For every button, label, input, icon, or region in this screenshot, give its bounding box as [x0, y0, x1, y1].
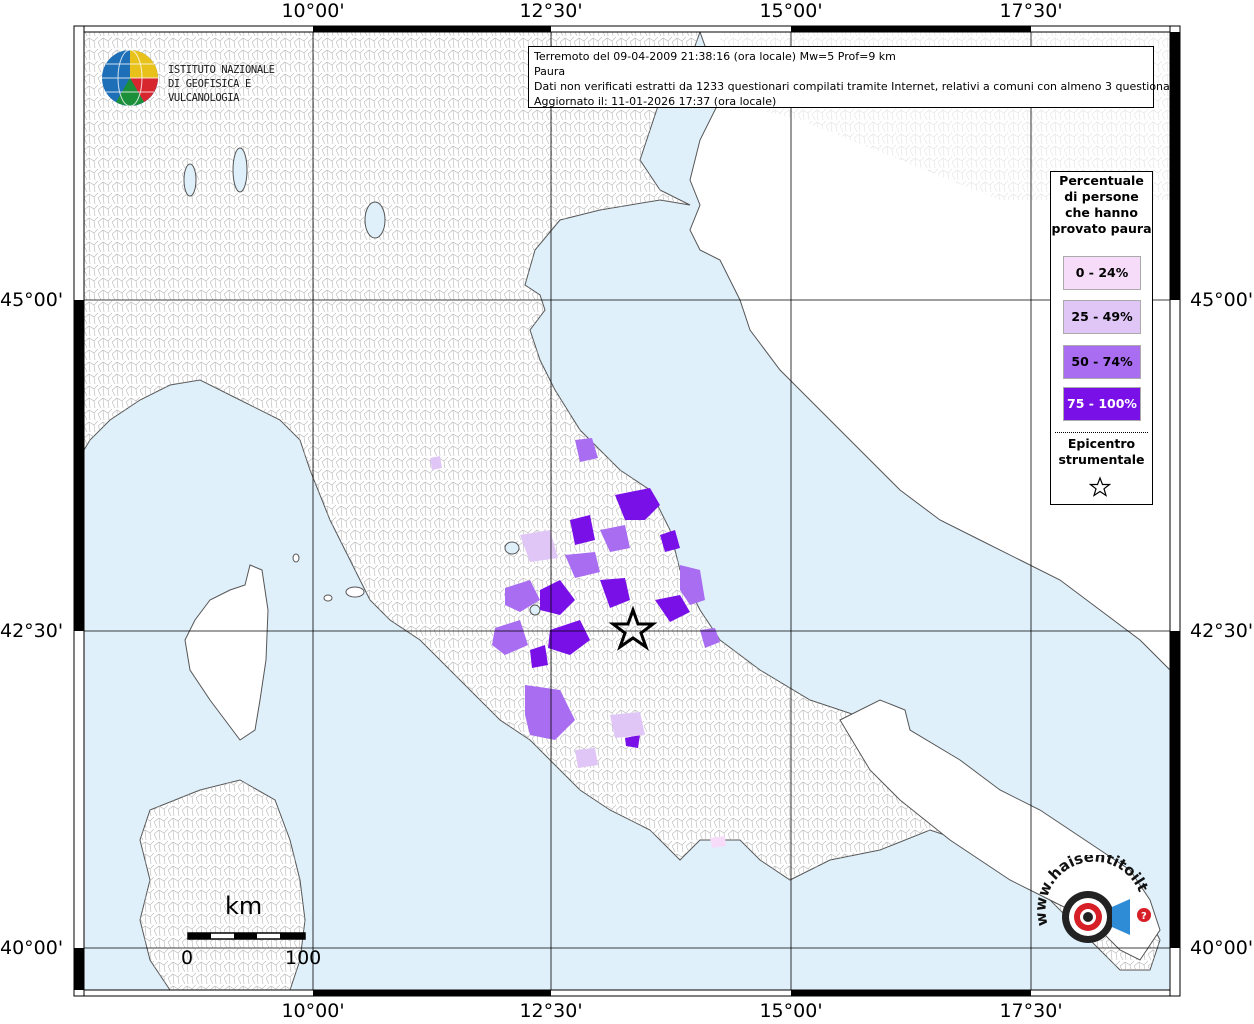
logo-line-1: ISTITUTO NAZIONALE [168, 64, 275, 76]
haisentito-logo: www.haisentitoilterremoto.it ? [1030, 855, 1152, 943]
felt-region-lightest [710, 836, 726, 848]
parameter-line: Paura [534, 65, 566, 78]
legend-item-50-74: 50 - 74% [1063, 345, 1141, 379]
legend-item-25-49: 25 - 49% [1063, 300, 1141, 334]
legend: Percentuale di persone che hanno provato… [1050, 171, 1153, 505]
legend-item-75-100: 75 - 100% [1063, 387, 1141, 421]
legend-item-0-24: 0 - 24% [1063, 256, 1141, 290]
data-note-line: Dati non verificati estratti da 1233 que… [534, 80, 1181, 93]
svg-text:?: ? [1141, 911, 1147, 922]
event-line: Terremoto del 09-04-2009 21:38:16 (ora l… [534, 50, 896, 63]
updated-line: Aggiornato il: 11-01-2026 17:37 (ora loc… [534, 95, 777, 108]
legend-epicenter-label: Epicentro strumentale [1058, 436, 1145, 467]
scale-min-label: 0 [181, 947, 194, 969]
scale-unit-label: km [225, 892, 263, 920]
ingv-logo: ISTITUTO NAZIONALE DI GEOFISICA E VULCAN… [100, 48, 320, 110]
star-icon [1089, 476, 1111, 497]
scale-bar [187, 932, 306, 940]
legend-title: Percentuale di persone che hanno provato… [1051, 173, 1152, 236]
scale-max-label: 100 [285, 947, 322, 969]
legend-divider [1055, 432, 1148, 433]
globe-icon [102, 49, 158, 107]
event-info-box: Terremoto del 09-04-2009 21:38:16 (ora l… [528, 46, 1181, 108]
logo-line-2: DI GEOFISICA E VULCANOLOGIA [168, 78, 251, 104]
